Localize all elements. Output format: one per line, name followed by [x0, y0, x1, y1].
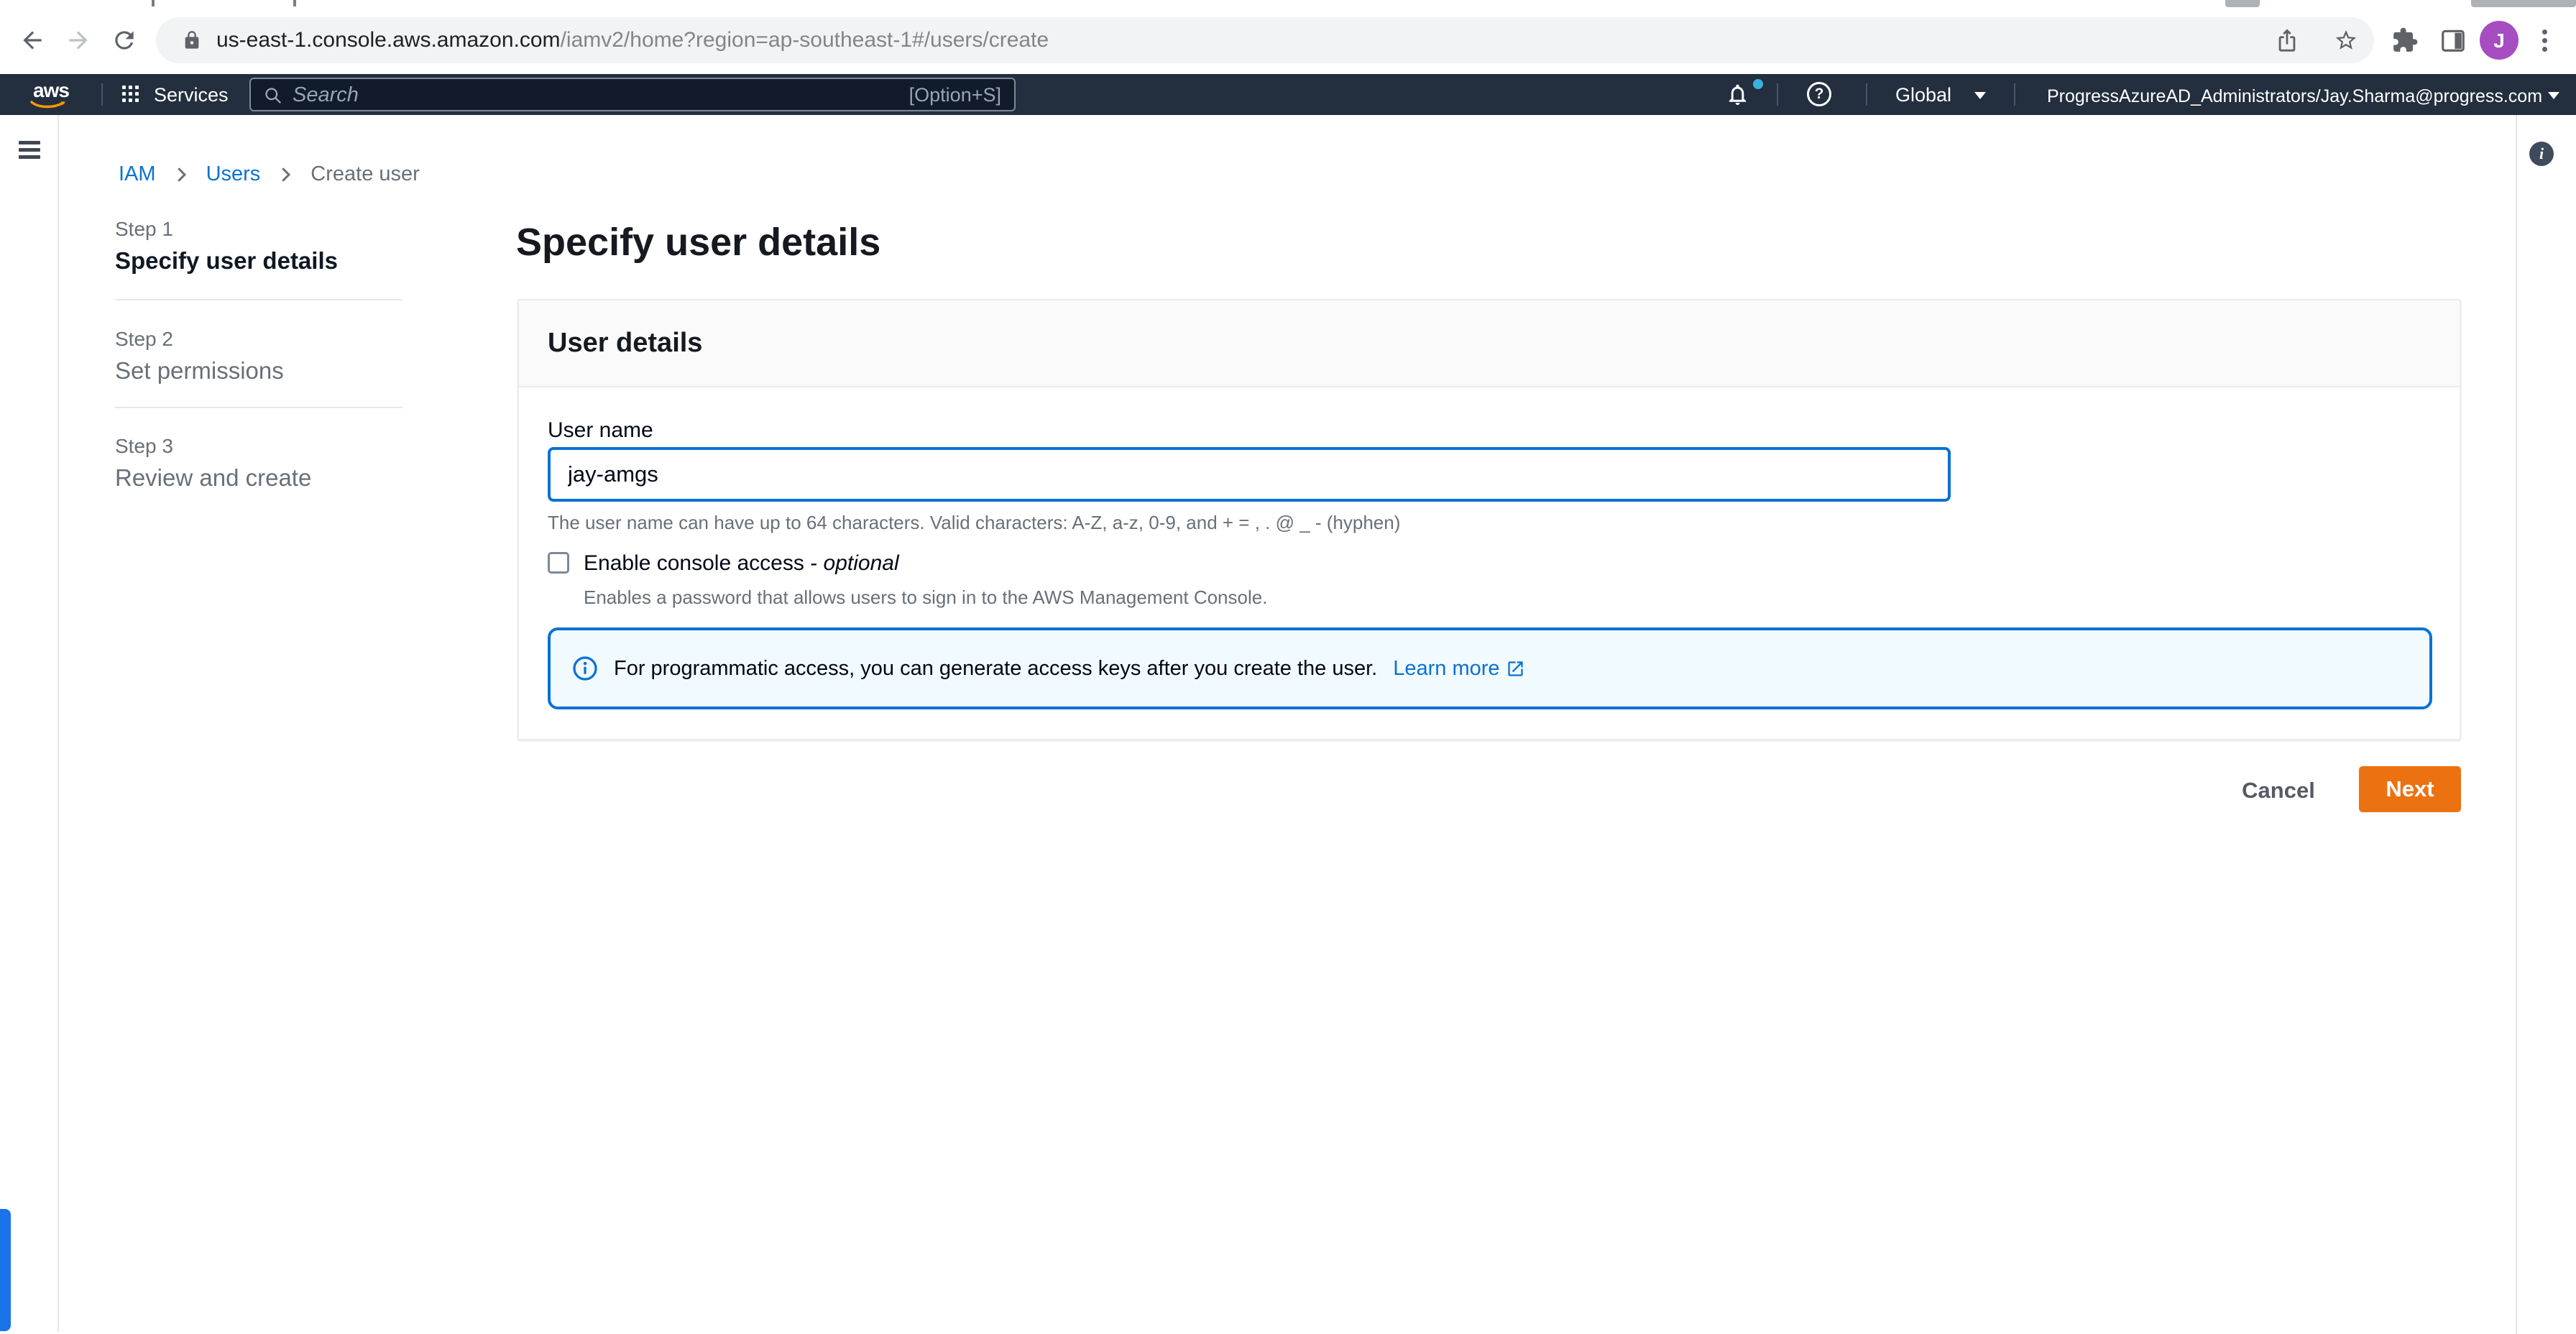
services-menu-label[interactable]: Services	[154, 84, 229, 106]
step-2-label: Step 2	[115, 328, 173, 350]
optional-suffix: optional	[823, 551, 899, 575]
menu-icon	[19, 141, 40, 144]
share-button[interactable]	[2275, 28, 2299, 52]
console-access-help-text: Enables a password that allows users to …	[584, 586, 1268, 608]
tab-strip-fragment	[2225, 0, 2260, 7]
browser-forward-button[interactable]	[65, 27, 92, 54]
region-label: Global	[1895, 84, 1952, 106]
breadcrumb-users-link[interactable]: Users	[206, 162, 261, 186]
info-icon: i	[2539, 144, 2544, 162]
console-search-input[interactable]	[291, 80, 883, 110]
cancel-button[interactable]: Cancel	[2217, 777, 2340, 804]
browser-back-button[interactable]	[19, 27, 46, 54]
question-mark-icon: ?	[1814, 86, 1824, 102]
next-button[interactable]: Next	[2359, 766, 2461, 812]
info-circle-icon	[573, 656, 597, 681]
page-title: Specify user details	[516, 221, 881, 264]
user-details-card: User details User name The user name can…	[518, 299, 2461, 740]
step-3-label: Step 3	[115, 435, 173, 457]
breadcrumb: IAM Users Create user	[119, 162, 420, 186]
aws-logo[interactable]: aws	[27, 80, 75, 110]
notification-dot	[1753, 79, 1763, 89]
console-access-checkbox[interactable]	[548, 552, 569, 574]
address-bar[interactable]: us-east-1.console.aws.amazon.com/iamv2/h…	[156, 17, 2374, 63]
scroll-position-indicator[interactable]	[0, 1209, 11, 1331]
step-1-label: Step 1	[115, 218, 173, 240]
kebab-icon	[2542, 29, 2547, 34]
console-access-row: Enable console access - optional	[548, 552, 899, 575]
star-icon	[2335, 29, 2357, 50]
chevron-down-icon	[1974, 92, 1986, 99]
side-panel-icon	[2442, 29, 2465, 52]
console-search-box: [Option+S]	[249, 78, 1016, 111]
info-panel-button[interactable]: i	[2529, 142, 2554, 166]
bookmark-button[interactable]	[2334, 28, 2358, 52]
side-panel-button[interactable]	[2439, 27, 2467, 54]
nav-divider	[1777, 83, 1778, 106]
browser-toolbar: us-east-1.console.aws.amazon.com/iamv2/h…	[0, 7, 2576, 74]
region-selector[interactable]: Global	[1895, 84, 1951, 106]
tab-strip-fragment	[2471, 0, 2576, 7]
aws-logo-text: aws	[33, 78, 70, 101]
services-grid-icon	[122, 86, 139, 102]
nav-divider	[1866, 83, 1867, 106]
aws-top-nav: aws Services [Option+S] ? Gl	[0, 74, 2576, 115]
reload-icon	[115, 31, 134, 50]
avatar-initial: J	[2493, 29, 2505, 52]
account-label: ProgressAzureAD_Administrators/Jay.Sharm…	[2047, 86, 2542, 106]
left-rail-divider	[58, 115, 59, 1332]
right-rail-divider	[2516, 115, 2517, 1334]
step-divider	[115, 407, 402, 408]
card-header: User details	[519, 300, 2460, 387]
external-link-icon	[1507, 661, 1523, 676]
search-icon	[265, 88, 281, 104]
tab-separator	[293, 0, 296, 6]
search-shortcut-hint: [Option+S]	[908, 84, 1001, 106]
browser-tab-strip	[0, 0, 2576, 7]
step-3-title[interactable]: Review and create	[115, 464, 311, 492]
username-help-text: The user name can have up to 64 characte…	[548, 512, 1401, 533]
extensions-button[interactable]	[2391, 27, 2419, 54]
tab-separator	[152, 0, 155, 6]
puzzle-icon	[2393, 27, 2418, 52]
chevron-down-icon	[2548, 92, 2559, 99]
alert-text: For programmatic access, you can generat…	[614, 656, 1378, 680]
browser-reload-button[interactable]	[111, 27, 138, 54]
aws-smile-icon	[30, 100, 65, 108]
share-icon	[2278, 29, 2296, 52]
step-divider	[115, 299, 402, 300]
sidebar-toggle-button[interactable]	[19, 141, 43, 161]
url-domain: us-east-1.console.aws.amazon.com	[216, 28, 561, 52]
chevron-right-icon	[282, 167, 291, 182]
programmatic-access-alert: For programmatic access, you can generat…	[548, 627, 2432, 709]
services-menu-button[interactable]	[122, 86, 139, 102]
nav-divider	[101, 83, 103, 106]
step-2-title[interactable]: Set permissions	[115, 357, 284, 385]
chevron-right-icon	[177, 167, 186, 182]
notifications-button[interactable]	[1725, 82, 1750, 107]
account-menu-button[interactable]: ProgressAzureAD_Administrators/Jay.Sharm…	[2047, 86, 2542, 107]
forward-arrow-icon	[69, 31, 88, 50]
console-content: i IAM Users Create user Step 1 Specify u…	[0, 115, 2576, 1334]
nav-divider	[2014, 83, 2015, 106]
back-arrow-icon	[23, 31, 42, 50]
card-header-title: User details	[548, 328, 703, 358]
step-1-title[interactable]: Specify user details	[115, 247, 338, 275]
browser-menu-button[interactable]	[2538, 24, 2551, 56]
console-access-label[interactable]: Enable console access - optional	[584, 552, 899, 575]
lock-icon	[185, 31, 199, 49]
browser-profile-avatar[interactable]: J	[2480, 21, 2518, 60]
username-label: User name	[548, 418, 653, 442]
username-input[interactable]	[548, 447, 1951, 502]
learn-more-link[interactable]: Learn more	[1393, 657, 1524, 681]
breadcrumb-current: Create user	[310, 162, 420, 185]
help-button[interactable]: ?	[1807, 82, 1831, 106]
screen: us-east-1.console.aws.amazon.com/iamv2/h…	[0, 0, 2576, 1334]
bell-icon	[1729, 84, 1747, 106]
breadcrumb-iam-link[interactable]: IAM	[119, 162, 156, 186]
url-path: /iamv2/home?region=ap-southeast-1#/users…	[560, 28, 1049, 52]
url-text: us-east-1.console.aws.amazon.com/iamv2/h…	[216, 17, 1049, 63]
